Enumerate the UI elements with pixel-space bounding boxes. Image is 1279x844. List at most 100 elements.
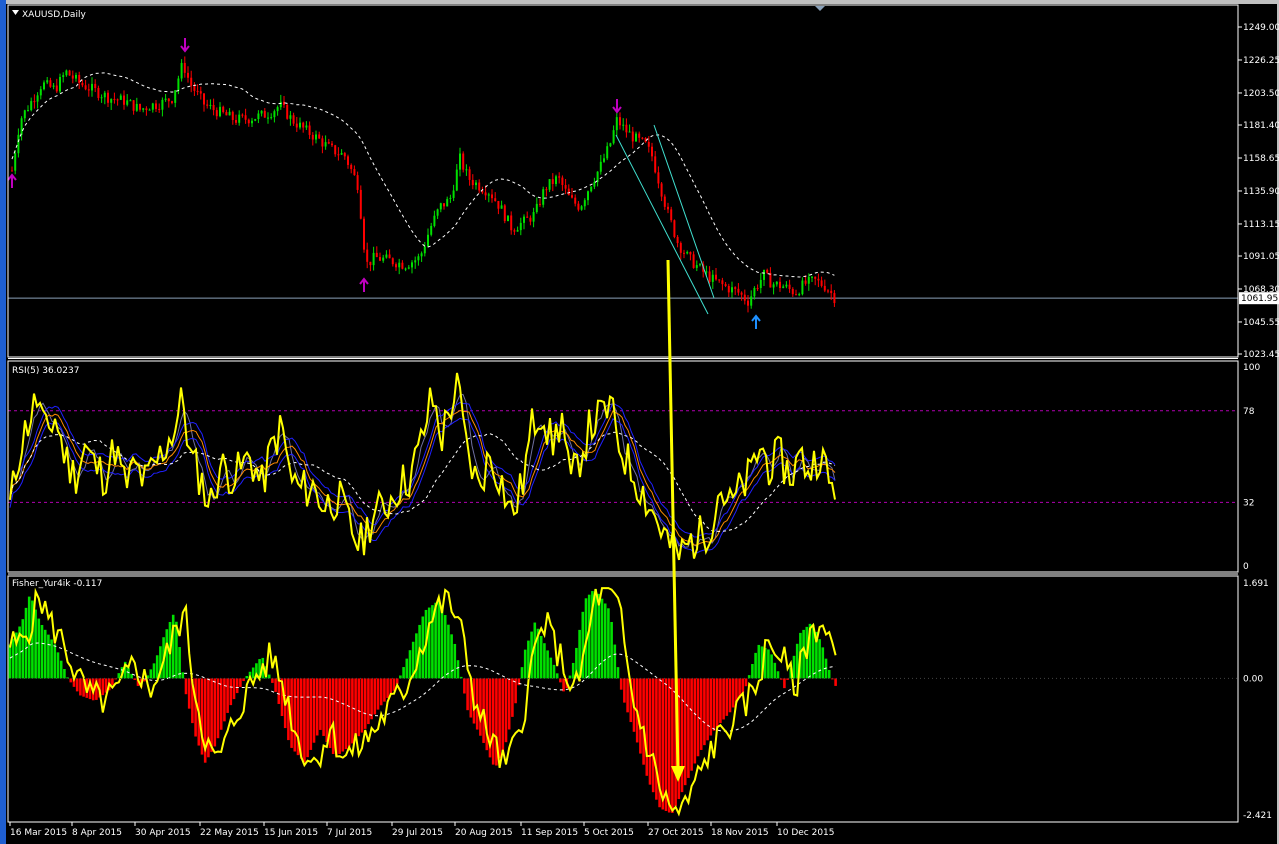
symbol-menu-icon[interactable]: [12, 10, 19, 15]
price-candle: [123, 95, 125, 105]
price-candle: [833, 293, 836, 304]
fisher-bar: [741, 678, 745, 694]
fisher-bar: [757, 644, 761, 679]
price-candle: [260, 110, 263, 114]
fisher-bar: [706, 678, 709, 741]
fisher-bar: [827, 669, 831, 679]
price-candle: [404, 268, 407, 270]
fisher-bar: [773, 662, 777, 679]
rsi-line: [9, 372, 836, 561]
trend-channel-lower: [615, 134, 709, 315]
price-candle: [247, 119, 250, 124]
price-candle: [542, 189, 545, 205]
price-candle: [132, 100, 135, 111]
price-candle: [65, 70, 68, 76]
price-candle: [587, 191, 589, 201]
fisher-bar: [235, 678, 239, 694]
price-candle: [727, 285, 730, 293]
price-candle: [756, 287, 759, 289]
fisher-panel[interactable]: [8, 587, 1238, 817]
fisher-bar: [117, 673, 121, 679]
price-candle: [609, 143, 612, 147]
price-candle: [500, 205, 503, 209]
rsi-panel[interactable]: [8, 372, 1238, 561]
fisher-bar: [274, 678, 277, 692]
fisher-bar: [338, 678, 341, 754]
price-candle: [468, 169, 471, 180]
fisher-bar: [690, 678, 693, 771]
price-candle: [340, 153, 343, 155]
rsi-signal-line: [9, 393, 836, 548]
price-candle: [78, 74, 81, 83]
price-candle: [193, 85, 196, 91]
fisher-bar: [543, 643, 546, 679]
buy-arrow-icon: [751, 314, 761, 329]
fisher-bar: [24, 607, 28, 679]
price-candle: [145, 108, 148, 110]
price-candle: [49, 80, 52, 87]
fisher-bar: [616, 667, 620, 679]
price-candle: [347, 156, 349, 165]
fisher-bar: [479, 678, 482, 736]
fisher-bar: [447, 624, 450, 679]
price-candle: [97, 88, 100, 98]
price-candle: [497, 201, 500, 209]
fisher-bar: [47, 634, 50, 679]
fisher-bar: [552, 664, 556, 679]
price-candle: [209, 104, 212, 106]
price-candle: [679, 243, 682, 253]
price-candle: [516, 230, 519, 232]
price-candle: [705, 271, 708, 273]
price-candle: [439, 203, 442, 210]
price-tick-label: 1135.90: [1243, 187, 1279, 197]
fisher-bar: [171, 614, 175, 679]
fisher-bar: [405, 658, 409, 679]
chart-svg[interactable]: 1249.00 1226.25 1203.50 1181.40 1158.65 1135.…: [0, 0, 1279, 844]
price-candle: [289, 115, 292, 119]
price-candle: [353, 169, 356, 176]
fisher-bar: [834, 678, 837, 686]
fisher-bar: [712, 678, 716, 731]
price-candle: [567, 188, 570, 196]
price-candle: [11, 170, 13, 172]
price-candle: [337, 154, 340, 156]
price-candle: [452, 190, 455, 198]
price-candle: [174, 90, 177, 103]
price-candle: [228, 111, 231, 116]
price-tick-label: 1181.40: [1243, 121, 1279, 131]
price-candle: [788, 284, 791, 289]
price-candle: [814, 276, 817, 279]
price-candle: [599, 161, 602, 172]
price-candle: [711, 274, 714, 282]
price-moving-average: [11, 72, 835, 278]
price-candle: [81, 82, 84, 86]
fisher-bar: [687, 678, 690, 778]
fisher-bar: [351, 678, 354, 744]
price-candle: [215, 110, 218, 117]
price-candle: [212, 104, 215, 111]
price-candle: [363, 218, 365, 250]
fisher-bar: [722, 678, 725, 720]
price-candle: [523, 216, 525, 223]
price-candle: [71, 75, 74, 79]
price-candle: [628, 131, 631, 133]
chart-window: 1249.00 1226.25 1203.50 1181.40 1158.65 1135.…: [0, 0, 1279, 844]
fisher-bar: [293, 678, 297, 752]
fisher-bar: [549, 657, 553, 679]
fisher-bar: [725, 678, 729, 716]
price-candle: [692, 254, 695, 268]
price-candle: [734, 287, 737, 289]
x-tick-label: 20 Aug 2015: [455, 828, 513, 838]
price-candle: [721, 280, 724, 285]
x-tick-label: 29 Jul 2015: [392, 828, 443, 838]
fisher-bar: [501, 678, 505, 752]
fisher-bar: [322, 678, 325, 736]
chart-shift-marker-icon[interactable]: [815, 6, 825, 11]
price-candle: [183, 62, 186, 73]
price-candle: [100, 97, 103, 99]
price-candle: [87, 89, 90, 91]
fisher-bar: [597, 593, 601, 679]
x-tick-label: 5 Oct 2015: [584, 828, 634, 838]
price-candle: [471, 179, 474, 186]
price-panel[interactable]: [7, 38, 1238, 329]
